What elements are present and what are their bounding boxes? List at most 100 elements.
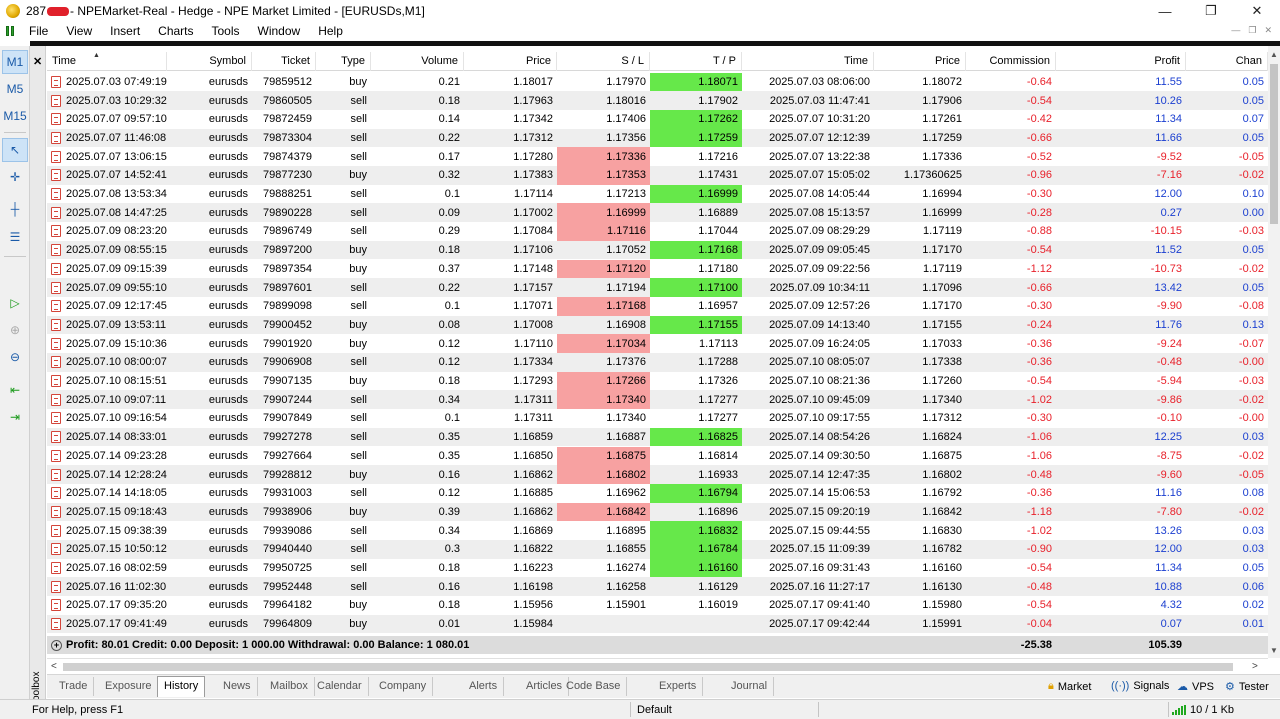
table-row[interactable]: 2025.07.10 09:16:54 eurusds 79907849 sell 0.… <box>47 409 1268 428</box>
table-row[interactable]: 2025.07.03 07:49:19 eurusds 79859512 buy 0.2… <box>47 72 1268 92</box>
tab-exposure[interactable]: Exposure <box>99 677 159 696</box>
cell-profit: -9.60 <box>1056 465 1186 484</box>
column-header-type[interactable]: Type <box>316 52 371 71</box>
table-row[interactable]: 2025.07.09 09:15:39 eurusds 79897354 buy 0.3… <box>47 259 1268 279</box>
mdi-minimize-icon[interactable]: — <box>1231 25 1240 36</box>
menu-view[interactable]: View <box>57 24 101 38</box>
column-header-time-close[interactable]: Time <box>742 52 874 71</box>
table-row[interactable]: 2025.07.14 08:33:01 eurusds 79927278 sell 0.… <box>47 427 1268 447</box>
cell-stop-loss: 1.17194 <box>557 278 650 297</box>
table-row[interactable]: 2025.07.08 13:53:34 eurusds 79888251 sell 0.… <box>47 184 1268 204</box>
menu-file[interactable]: File <box>20 24 57 38</box>
timeframe-m15[interactable]: M15 <box>2 104 28 128</box>
scroll-left-arrow-icon[interactable]: < <box>51 661 57 672</box>
cell-text: -0.02 <box>1238 169 1264 182</box>
cell-time-open: 2025.07.09 15:10:36 <box>47 334 167 353</box>
vertical-scrollbar[interactable]: ▲ ▼ <box>1268 46 1280 658</box>
table-row[interactable]: 2025.07.15 10:50:12 eurusds 79940440 sell 0.… <box>47 540 1268 559</box>
table-row[interactable]: 2025.07.14 09:23:28 eurusds 79927664 sell 0.… <box>47 446 1268 466</box>
restore-button[interactable]: ❐ <box>1188 0 1234 22</box>
scroll-up-icon[interactable]: ▲ <box>1268 48 1280 60</box>
table-row[interactable]: 2025.07.07 13:06:15 eurusds 79874379 sell 0.… <box>47 147 1268 166</box>
zoom-out-icon[interactable]: ⊖ <box>2 345 28 369</box>
tab-news[interactable]: News <box>217 677 258 696</box>
table-row[interactable]: 2025.07.14 14:18:05 eurusds 79931003 sell 0.… <box>47 483 1268 503</box>
table-row[interactable]: 2025.07.09 08:55:15 eurusds 79897200 buy 0.1… <box>47 240 1268 260</box>
toolbox-close-icon[interactable]: ✕ <box>33 55 42 68</box>
horizontal-scroll-thumb[interactable] <box>63 663 1233 671</box>
zoom-in-icon[interactable]: ⊕ <box>2 318 28 342</box>
vps-tab[interactable]: ☁ VPS <box>1177 680 1214 694</box>
scroll-right-arrow-icon[interactable]: > <box>1252 661 1258 672</box>
table-row[interactable]: 2025.07.10 08:15:51 eurusds 79907135 buy 0.1… <box>47 371 1268 391</box>
table-row[interactable]: 2025.07.09 12:17:45 eurusds 79899098 sell 0.… <box>47 296 1268 316</box>
cell-price-open: 1.16885 <box>464 484 557 503</box>
table-row[interactable]: 2025.07.09 08:23:20 eurusds 79896749 sell 0.… <box>47 222 1268 241</box>
column-header-price-open[interactable]: Price <box>464 52 557 71</box>
scroll-down-icon[interactable]: ▼ <box>1268 644 1280 656</box>
table-row[interactable]: 2025.07.07 14:52:41 eurusds 79877230 buy 0.3… <box>47 166 1268 185</box>
table-row[interactable]: 2025.07.15 09:38:39 eurusds 79939086 sell 0.… <box>47 521 1268 540</box>
timeframe-m5[interactable]: M5 <box>2 77 28 101</box>
table-row[interactable]: 2025.07.17 09:41:49 eurusds 79964809 buy 0.0… <box>47 614 1268 634</box>
horizontal-scrollbar[interactable]: < > <box>47 658 1268 674</box>
tab-calendar[interactable]: Calendar <box>311 677 369 696</box>
menu-tools[interactable]: Tools <box>203 24 249 38</box>
vertical-line-icon[interactable]: ┼ <box>2 197 28 221</box>
crosshair-icon[interactable]: ✛ <box>2 165 28 189</box>
column-header-stop-loss[interactable]: S / L <box>557 52 650 71</box>
mdi-close-icon[interactable]: ✕ <box>1264 25 1272 36</box>
table-row[interactable]: 2025.07.09 09:55:10 eurusds 79897601 sell 0.… <box>47 278 1268 297</box>
horizontal-line-icon[interactable]: ☰ <box>2 225 28 249</box>
table-row[interactable]: 2025.07.07 09:57:10 eurusds 79872459 sell 0.… <box>47 109 1268 129</box>
tab-journal[interactable]: Journal <box>725 677 775 696</box>
market-tab[interactable]: 🔒︎ Market <box>1048 680 1091 693</box>
chart-logo-icon[interactable] <box>6 25 18 37</box>
vertical-scroll-thumb[interactable] <box>1270 64 1278 224</box>
column-header-profit[interactable]: Profit <box>1056 52 1186 71</box>
column-header-take-profit[interactable]: T / P <box>650 52 742 71</box>
mdi-restore-icon[interactable]: ❐ <box>1248 25 1256 36</box>
cell-text: eurusds <box>208 449 248 462</box>
column-header-volume[interactable]: Volume <box>371 52 464 71</box>
timeframe-m1[interactable]: M1 <box>2 50 28 74</box>
table-row[interactable]: 2025.07.16 11:02:30 eurusds 79952448 sell 0.… <box>47 577 1268 597</box>
menu-charts[interactable]: Charts <box>149 24 202 38</box>
tab-alerts[interactable]: Alerts <box>463 677 505 696</box>
table-row[interactable]: 2025.07.10 09:07:11 eurusds 79907244 sell 0.… <box>47 390 1268 410</box>
tab-mailbox[interactable]: Mailbox <box>264 677 315 696</box>
column-header-price-close[interactable]: Price <box>874 52 966 71</box>
column-header-commission[interactable]: Commission <box>966 52 1056 71</box>
column-header-ticket[interactable]: Ticket <box>252 52 316 71</box>
table-row[interactable]: 2025.07.09 13:53:11 eurusds 79900452 buy 0.0… <box>47 315 1268 335</box>
menu-window[interactable]: Window <box>249 24 310 38</box>
table-row[interactable]: 2025.07.07 11:46:08 eurusds 79873304 sell 0.… <box>47 128 1268 148</box>
table-row[interactable]: 2025.07.16 08:02:59 eurusds 79950725 sell 0.… <box>47 558 1268 578</box>
tab-experts[interactable]: Experts <box>653 677 704 696</box>
scroll-right-icon[interactable]: ⇥ <box>2 405 28 429</box>
tab-code-base[interactable]: Code Base <box>560 677 628 696</box>
table-row[interactable]: 2025.07.09 15:10:36 eurusds 79901920 buy 0.1… <box>47 334 1268 353</box>
table-row[interactable]: 2025.07.14 12:28:24 eurusds 79928812 buy 0.1… <box>47 465 1268 484</box>
minimize-button[interactable]: — <box>1142 0 1188 22</box>
table-row[interactable]: 2025.07.10 08:00:07 eurusds 79906908 sell 0.… <box>47 353 1268 372</box>
table-row[interactable]: 2025.07.17 09:35:20 eurusds 79964182 buy 0.1… <box>47 596 1268 615</box>
tab-company[interactable]: Company <box>373 677 434 696</box>
column-header-change[interactable]: Chan <box>1186 52 1268 71</box>
menu-insert[interactable]: Insert <box>101 24 149 38</box>
tab-trade[interactable]: Trade <box>53 677 95 696</box>
summary-expand-icon[interactable]: + <box>51 639 62 651</box>
close-button[interactable]: ✕ <box>1234 0 1280 22</box>
cursor-icon[interactable]: ↖ <box>2 138 28 162</box>
table-row[interactable]: 2025.07.08 14:47:25 eurusds 79890228 sell 0.… <box>47 203 1268 223</box>
column-header-symbol[interactable]: Symbol <box>167 52 252 71</box>
tab-history[interactable]: History <box>157 676 206 697</box>
table-row[interactable]: 2025.07.15 09:18:43 eurusds 79938906 buy 0.3… <box>47 502 1268 522</box>
column-header-time-open[interactable]: Time <box>47 52 167 71</box>
tester-tab[interactable]: ⚙ Tester <box>1225 680 1269 694</box>
table-row[interactable]: 2025.07.03 10:29:32 eurusds 79860505 sell 0.… <box>47 91 1268 110</box>
menu-help[interactable]: Help <box>309 24 352 38</box>
signals-tab[interactable]: ((·)) Signals <box>1111 680 1169 692</box>
scroll-left-icon[interactable]: ⇤ <box>2 378 28 402</box>
play-icon[interactable]: ▷ <box>2 291 28 315</box>
